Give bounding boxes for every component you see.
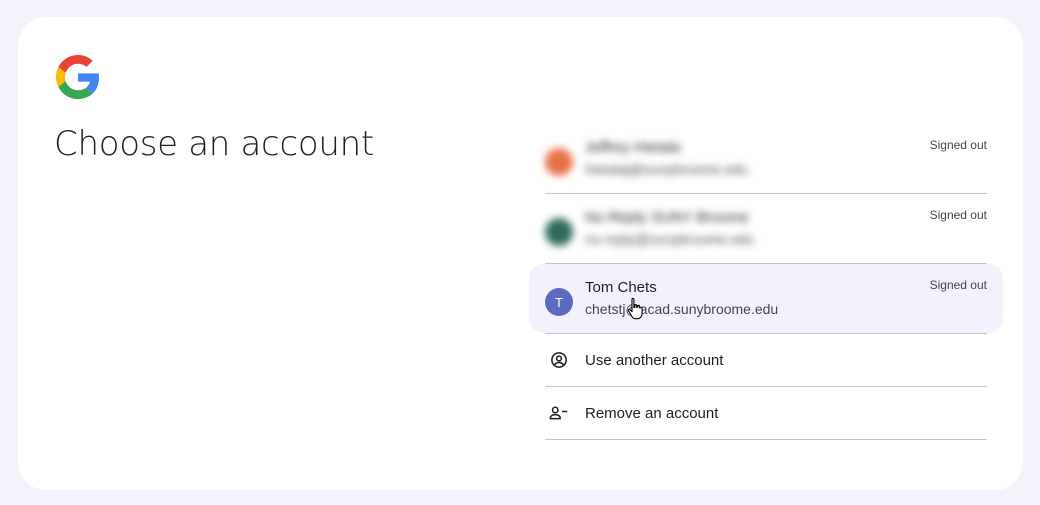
account-info: Jeffrey Hietala hietalaj@sunybroome.edu [585,139,748,177]
page-title: Choose an account [54,124,374,164]
account-row-1[interactable]: Jeffrey Hietala hietalaj@sunybroome.edu … [545,124,987,194]
signed-out-status: Signed out [929,208,987,222]
account-info: No Reply SUNY Broome no-reply@sunybroome… [585,209,754,247]
avatar [545,148,573,176]
person-remove-icon [545,403,573,423]
use-another-account-button[interactable]: Use another account [545,334,987,387]
signed-out-status: Signed out [929,278,987,292]
account-email: chetstj@acad.sunybroome.edu [585,301,779,317]
account-list: Jeffrey Hietala hietalaj@sunybroome.edu … [529,124,1003,440]
avatar: T [545,288,573,316]
remove-account-button[interactable]: Remove an account [545,387,987,440]
account-chooser-card: Choose an account Jeffrey Hietala hietal… [18,17,1023,490]
account-row-2[interactable]: No Reply SUNY Broome no-reply@sunybroome… [545,194,987,264]
account-name: Tom Chets [585,279,657,296]
account-circle-icon [545,350,573,370]
google-logo [56,55,100,99]
remove-account-label: Remove an account [585,404,719,422]
avatar [545,218,573,246]
account-name: Jeffrey Hietala [585,139,681,156]
account-email: no-reply@sunybroome.edu [585,231,755,247]
account-email: hietalaj@sunybroome.edu [585,161,748,177]
account-name: No Reply SUNY Broome [585,209,749,226]
use-another-account-label: Use another account [585,351,724,369]
signed-out-status: Signed out [929,138,987,152]
account-row-3[interactable]: T Tom Chets chetstj@acad.sunybroome.edu … [529,264,1003,333]
account-info: Tom Chets chetstj@acad.sunybroome.edu [585,279,778,317]
